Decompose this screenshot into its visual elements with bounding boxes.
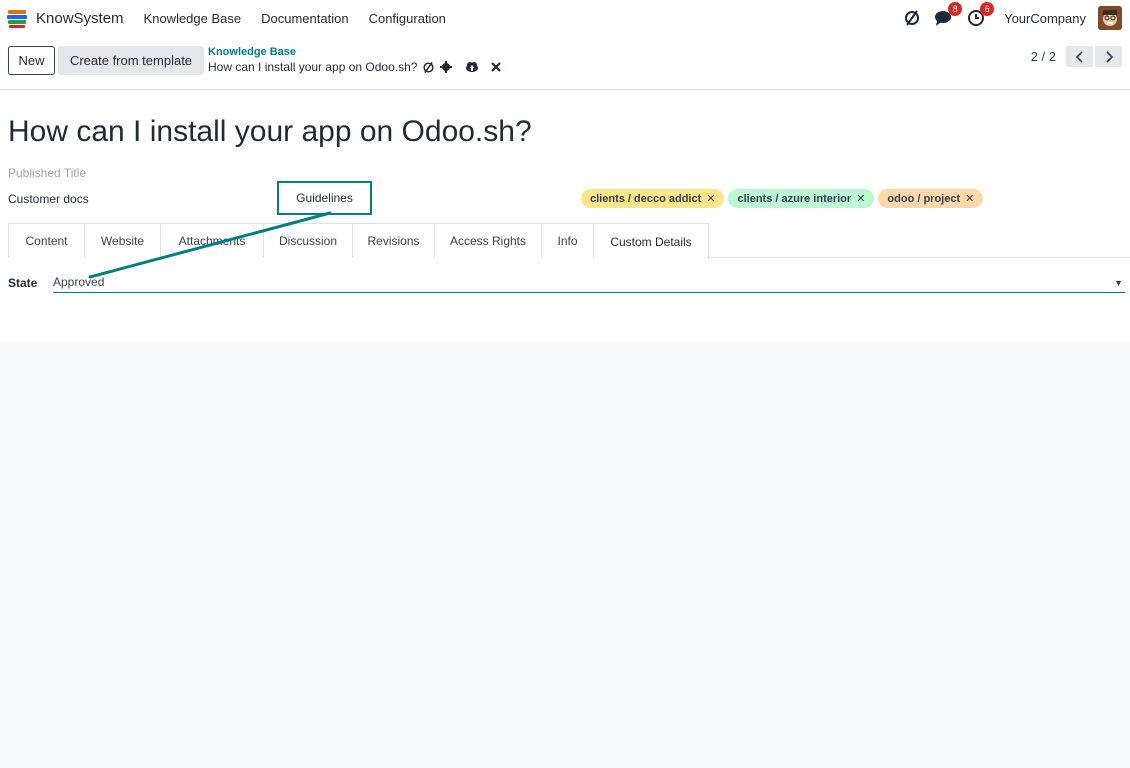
control-panel: New Create from template Knowledge Base … [0, 36, 1130, 90]
gear-icon[interactable] [439, 60, 453, 74]
tag-label: odoo / project [887, 192, 961, 205]
books-logo-icon [7, 10, 27, 28]
tag-remove-icon[interactable]: ✕ [856, 192, 865, 205]
tag-decco-addict[interactable]: clients / decco addict ✕ [581, 189, 725, 208]
tag-azure-interior[interactable]: clients / azure interior ✕ [728, 189, 875, 208]
clip-icon[interactable] [902, 8, 922, 28]
section-field[interactable]: Customer docs [8, 192, 89, 206]
discard-close-icon[interactable] [489, 60, 503, 74]
pager-value[interactable]: 2 / 2 [1031, 49, 1056, 64]
user-avatar[interactable] [1098, 6, 1122, 30]
breadcrumb: Knowledge Base How can I install your ap… [208, 46, 503, 74]
messages-icon[interactable]: 8 [934, 2, 963, 28]
tag-label: clients / decco addict [590, 192, 702, 205]
tab-content[interactable]: Content [8, 223, 85, 258]
tag-label: clients / azure interior [737, 192, 852, 205]
pager-previous-button[interactable] [1066, 46, 1093, 67]
activities-badge: 6 [980, 2, 995, 16]
tag-remove-icon[interactable]: ✕ [706, 192, 715, 205]
clip-icon[interactable] [421, 60, 435, 74]
notebook-tabs: Content Website Attachments Discussion R… [8, 223, 1130, 259]
chevron-right-icon [1105, 50, 1113, 63]
form-sheet: How can I install your app on Odoo.sh? P… [0, 91, 1130, 342]
activities-clock-icon[interactable]: 6 [966, 2, 995, 28]
main-navbar: KnowSystem Knowledge Base Documentation … [0, 0, 1130, 36]
messages-badge: 8 [948, 2, 963, 16]
tag-remove-icon[interactable]: ✕ [965, 192, 974, 205]
tab-discussion[interactable]: Discussion [263, 223, 353, 258]
guideline-field[interactable]: Guidelines [277, 181, 372, 215]
company-switcher[interactable]: YourCompany [1004, 11, 1086, 26]
tab-custom-details[interactable]: Custom Details [593, 223, 709, 259]
chevron-left-icon [1075, 50, 1083, 63]
state-value: Approved [53, 275, 105, 289]
tags-field: clients / decco addict ✕ clients / azure… [581, 189, 987, 208]
menu-knowledge-base[interactable]: Knowledge Base [144, 11, 242, 26]
state-select[interactable]: Approved ▼ [53, 275, 1125, 293]
tag-odoo-project[interactable]: odoo / project ✕ [878, 189, 984, 208]
menu-configuration[interactable]: Configuration [369, 11, 446, 26]
new-button[interactable]: New [8, 46, 55, 75]
menu-documentation[interactable]: Documentation [261, 11, 348, 26]
pager-next-button[interactable] [1095, 46, 1122, 67]
app-brand[interactable]: KnowSystem [6, 7, 124, 29]
create-from-template-button[interactable]: Create from template [58, 46, 204, 75]
published-title-field[interactable]: Published Title [8, 166, 86, 180]
tab-info[interactable]: Info [541, 223, 594, 258]
cloud-upload-icon[interactable] [465, 60, 479, 74]
record-title[interactable]: How can I install your app on Odoo.sh? [8, 115, 532, 149]
tab-access-rights[interactable]: Access Rights [434, 223, 542, 258]
caret-down-icon: ▼ [1114, 278, 1123, 288]
pager: 2 / 2 [1031, 46, 1122, 67]
breadcrumb-parent[interactable]: Knowledge Base [208, 46, 503, 59]
tab-revisions[interactable]: Revisions [352, 223, 435, 258]
state-label: State [8, 276, 38, 290]
app-name: KnowSystem [36, 9, 124, 27]
tab-attachments[interactable]: Attachments [160, 223, 264, 258]
breadcrumb-current: How can I install your app on Odoo.sh? [208, 60, 418, 74]
tab-website[interactable]: Website [84, 223, 161, 258]
